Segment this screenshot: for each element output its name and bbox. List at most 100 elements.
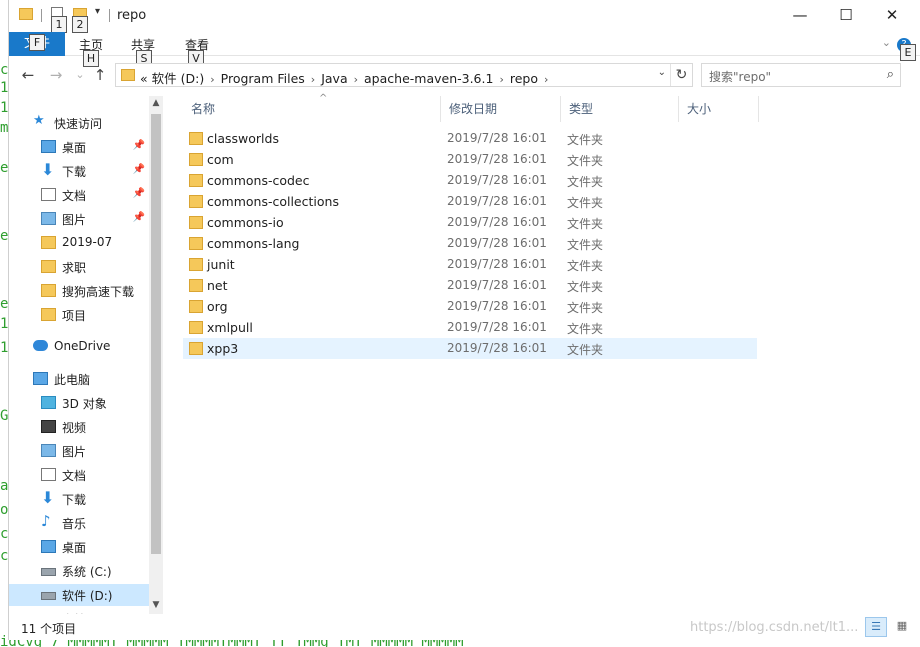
sidebar-item-quick-access[interactable]: ★ 快速访问: [9, 112, 149, 134]
breadcrumb-item[interactable]: apache-maven-3.6.1: [364, 71, 493, 86]
breadcrumb-item[interactable]: 软件 (D:): [152, 71, 205, 86]
file-date: 2019/7/28 16:01: [447, 194, 547, 208]
sidebar-item[interactable]: 3D 对象: [9, 392, 149, 414]
breadcrumb-item[interactable]: Java: [321, 71, 347, 86]
sidebar-item[interactable]: 搜狗高速下载: [9, 280, 149, 302]
sidebar-item[interactable]: 桌面: [9, 536, 149, 558]
scroll-down-icon[interactable]: ▼: [149, 600, 163, 610]
file-name: commons-lang: [207, 236, 300, 251]
sidebar-item[interactable]: 系统 (C:): [9, 560, 149, 582]
customize-toolbar-icon[interactable]: ▾: [95, 6, 100, 17]
file-type: 文件夹: [567, 196, 604, 210]
sidebar-item[interactable]: 求职: [9, 256, 149, 278]
file-row[interactable]: junit 2019/7/28 16:01 文件夹: [183, 254, 757, 275]
back-button[interactable]: ←: [17, 64, 39, 86]
sidebar-item-onedrive[interactable]: OneDrive: [9, 336, 149, 358]
file-date: 2019/7/28 16:01: [447, 215, 547, 229]
file-row[interactable]: xpp3 2019/7/28 16:01 文件夹: [183, 338, 757, 359]
pin-icon: 📌: [132, 212, 145, 223]
file-row[interactable]: xmlpull 2019/7/28 16:01 文件夹: [183, 317, 757, 338]
refresh-button[interactable]: ↻: [670, 64, 692, 86]
sidebar-item[interactable]: 项目: [9, 304, 149, 326]
details-view-button[interactable]: ☰: [865, 617, 887, 637]
search-box[interactable]: 搜索"repo" ⌕: [701, 63, 901, 87]
breadcrumb-separator-icon[interactable]: ›: [210, 73, 214, 86]
file-type: 文件夹: [567, 217, 604, 231]
sidebar-item-label: 桌面: [62, 141, 87, 155]
file-date: 2019/7/28 16:01: [447, 257, 547, 271]
video-icon: [41, 420, 56, 433]
sidebar-item[interactable]: 桌面 📌: [9, 136, 149, 158]
sidebar-item-label: 文档: [62, 469, 87, 483]
folder-icon: [121, 69, 135, 81]
file-name: net: [207, 278, 228, 293]
sidebar-item-label: 软件 (D:): [62, 589, 113, 603]
file-type: 文件夹: [567, 301, 604, 315]
up-button[interactable]: ↑: [89, 64, 111, 86]
sidebar-item[interactable]: 文档: [9, 464, 149, 486]
sidebar-item[interactable]: 图片 📌: [9, 208, 149, 230]
file-row[interactable]: commons-collections 2019/7/28 16:01 文件夹: [183, 191, 757, 212]
column-header-size[interactable]: 大小: [679, 96, 759, 122]
search-input[interactable]: 搜索"repo": [709, 68, 771, 85]
drive-icon: [41, 568, 56, 576]
file-row[interactable]: classworlds 2019/7/28 16:01 文件夹: [183, 128, 757, 149]
sidebar-item[interactable]: ♪ 音乐: [9, 512, 149, 534]
file-type: 文件夹: [567, 238, 604, 252]
file-row[interactable]: org 2019/7/28 16:01 文件夹: [183, 296, 757, 317]
sidebar-item-label: OneDrive: [54, 339, 111, 353]
sidebar-item-this-pc[interactable]: 此电脑: [9, 368, 149, 390]
breadcrumb-overflow[interactable]: «: [140, 71, 148, 86]
recent-locations-button[interactable]: ⌄: [69, 64, 91, 86]
sidebar-item-label: 图片: [62, 445, 87, 459]
file-row[interactable]: commons-codec 2019/7/28 16:01 文件夹: [183, 170, 757, 191]
sidebar-item-label: 下载: [62, 165, 87, 179]
folder-icon: [41, 260, 56, 273]
window-title: repo: [117, 8, 147, 23]
pin-icon: 📌: [132, 188, 145, 199]
keytip-2: 2: [72, 16, 88, 33]
file-date: 2019/7/28 16:01: [447, 236, 547, 250]
column-header-name[interactable]: 名称 ^: [183, 93, 441, 122]
close-button[interactable]: ✕: [869, 0, 915, 30]
column-header-date[interactable]: 修改日期: [441, 96, 561, 122]
sidebar-item[interactable]: 软件 (D:): [9, 584, 149, 606]
file-name: junit: [207, 257, 235, 272]
column-header-type[interactable]: 类型: [561, 96, 679, 122]
breadcrumb-separator-icon[interactable]: ›: [354, 73, 358, 86]
forward-button[interactable]: →: [45, 64, 67, 86]
breadcrumb-separator-icon[interactable]: ›: [544, 73, 548, 86]
file-row[interactable]: net 2019/7/28 16:01 文件夹: [183, 275, 757, 296]
breadcrumb-item[interactable]: repo: [510, 71, 538, 86]
expand-ribbon-icon[interactable]: ⌄: [882, 36, 891, 49]
folder-icon: [189, 195, 203, 208]
sidebar-item[interactable]: 2019-07: [9, 232, 149, 254]
sidebar-item[interactable]: ⬇ 下载: [9, 488, 149, 510]
file-type: 文件夹: [567, 175, 604, 189]
navigation-pane-scrollbar[interactable]: ▲ ▼: [149, 96, 163, 614]
sidebar-item[interactable]: 图片: [9, 440, 149, 462]
desktop-icon: [41, 140, 56, 153]
file-row[interactable]: commons-io 2019/7/28 16:01 文件夹: [183, 212, 757, 233]
breadcrumb-item[interactable]: Program Files: [221, 71, 305, 86]
sidebar-item[interactable]: 文档 📌: [9, 184, 149, 206]
sidebar-item[interactable]: 视频: [9, 416, 149, 438]
ribbon-tabs: 文件 F 主页 H 共享 S 查看 V ⌄ ? E: [9, 32, 920, 67]
maximize-button[interactable]: ☐: [823, 0, 869, 30]
breadcrumb-separator-icon[interactable]: ›: [499, 73, 503, 86]
large-icons-view-button[interactable]: ▦: [891, 617, 913, 637]
column-size-label: 大小: [687, 102, 712, 116]
address-bar[interactable]: « 软件 (D:) › Program Files › Java › apache-maven…: [115, 63, 693, 87]
download-icon: ⬇: [41, 160, 55, 179]
sidebar-item[interactable]: ⬇ 下载 📌: [9, 160, 149, 182]
drive-icon: [41, 592, 56, 600]
scrollbar-thumb[interactable]: [151, 114, 161, 554]
file-row[interactable]: commons-lang 2019/7/28 16:01 文件夹: [183, 233, 757, 254]
breadcrumb-separator-icon[interactable]: ›: [311, 73, 315, 86]
file-row[interactable]: com 2019/7/28 16:01 文件夹: [183, 149, 757, 170]
address-dropdown-icon[interactable]: ⌄: [658, 67, 666, 78]
file-type: 文件夹: [567, 322, 604, 336]
document-icon: [41, 188, 56, 201]
minimize-button[interactable]: —: [777, 0, 823, 30]
scroll-up-icon[interactable]: ▲: [149, 98, 163, 108]
